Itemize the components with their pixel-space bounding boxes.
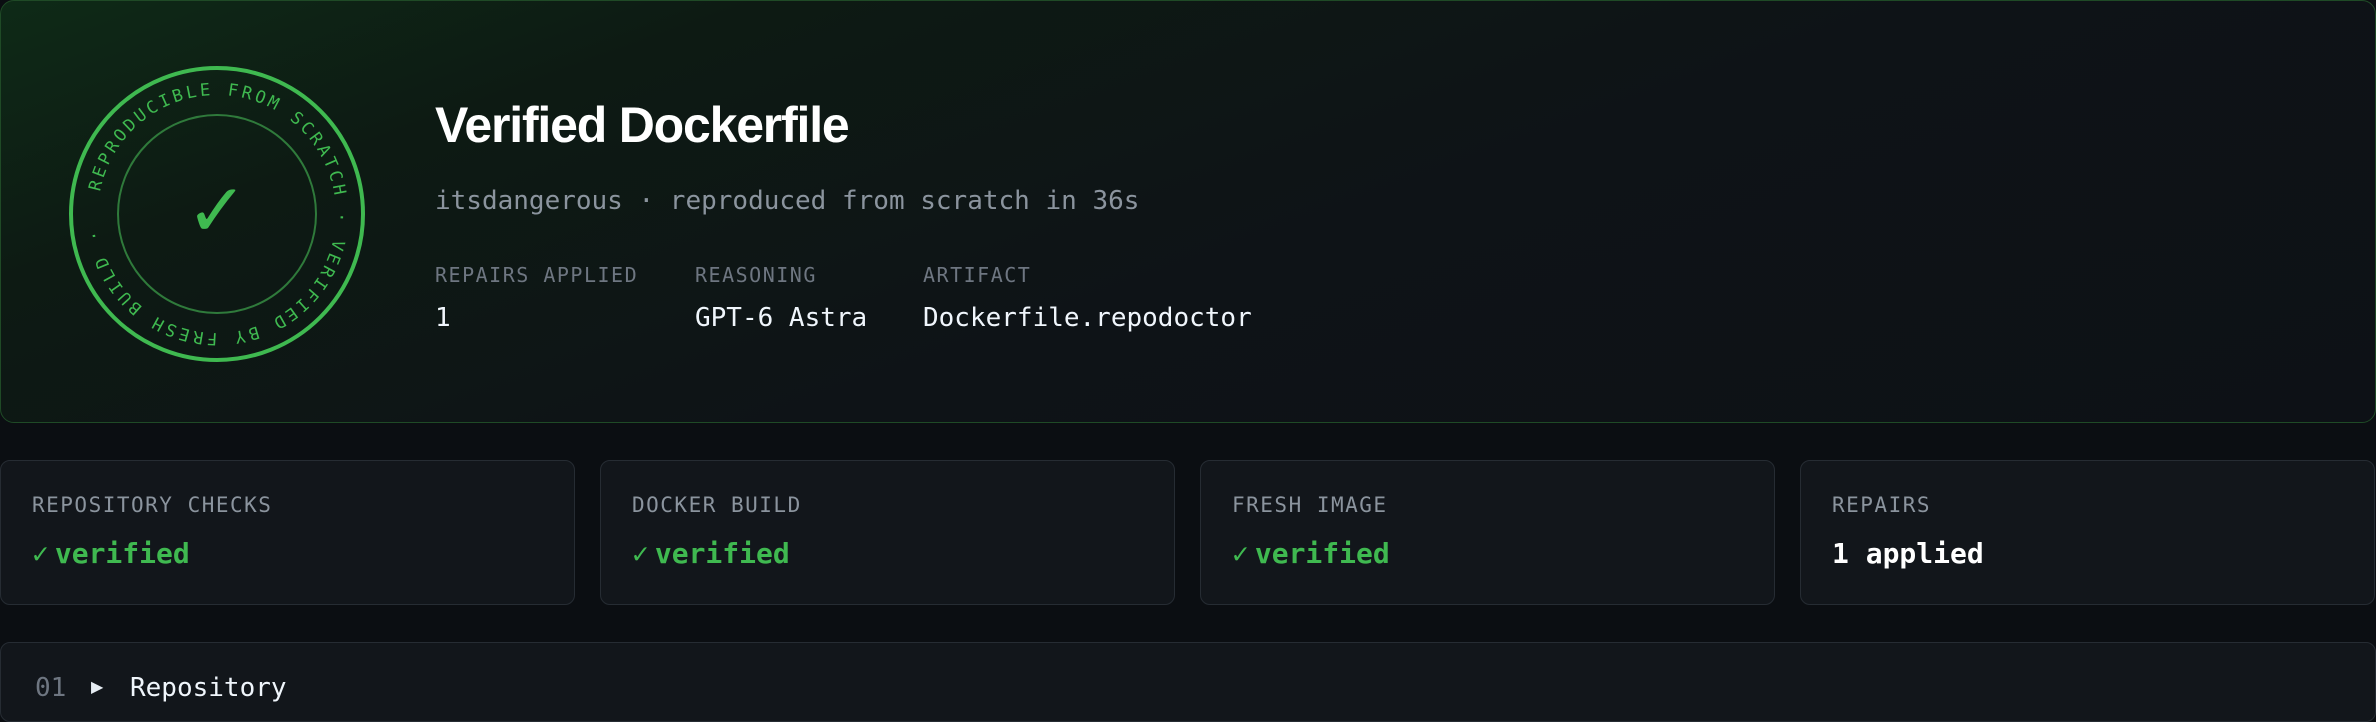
check-icon: ✓ [32, 537, 49, 570]
page-title: Verified Dockerfile [435, 97, 850, 153]
stat-status-text: verified [54, 537, 190, 570]
page-subtitle: itsdangerous · reproduced from scratch i… [435, 186, 1140, 216]
meta-artifact: ARTIFACT Dockerfile.repodoctor [923, 263, 1252, 333]
meta-value: Dockerfile.repodoctor [923, 303, 1252, 333]
verified-hero-card: REPRODUCIBLE FROM SCRATCH · VERIFIED BY … [0, 0, 2376, 423]
check-icon: ✓ [1232, 537, 1249, 570]
stat-label: REPOSITORY CHECKS [32, 493, 273, 517]
checkmark-icon: ✓ [186, 168, 248, 254]
section-title: Repository [130, 673, 287, 703]
stat-value: 1 applied [1832, 537, 1984, 570]
meta-value: GPT-6 Astra [695, 303, 868, 333]
stat-label: REPAIRS [1832, 493, 1932, 517]
meta-label: REASONING [695, 263, 817, 287]
meta-label: REPAIRS APPLIED [435, 263, 639, 287]
section-number: 01 [35, 673, 67, 703]
stat-label: FRESH IMAGE [1232, 493, 1388, 517]
check-icon: ✓ [632, 537, 649, 570]
stat-status-text: verified [1254, 537, 1390, 570]
stat-status-text: verified [654, 537, 790, 570]
meta-value: 1 [435, 303, 451, 333]
meta-reasoning: REASONING GPT-6 Astra [695, 263, 867, 333]
verified-seal-icon: REPRODUCIBLE FROM SCRATCH · VERIFIED BY … [69, 66, 365, 362]
meta-label: ARTIFACT [923, 263, 1032, 287]
stat-value: ✓ verified [632, 537, 790, 570]
stat-card-docker-build: DOCKER BUILD ✓ verified [600, 460, 1175, 605]
stat-card-fresh-image: FRESH IMAGE ✓ verified [1200, 460, 1775, 605]
section-repository-toggle[interactable]: 01 ▶ Repository [0, 642, 2376, 722]
caret-right-icon: ▶ [91, 679, 104, 696]
stat-card-repairs: REPAIRS 1 applied [1800, 460, 2375, 605]
stat-value: ✓ verified [1232, 537, 1390, 570]
stat-value: ✓ verified [32, 537, 190, 570]
meta-repairs-applied: REPAIRS APPLIED 1 [435, 263, 638, 333]
stat-card-repository-checks: REPOSITORY CHECKS ✓ verified [0, 460, 575, 605]
stat-label: DOCKER BUILD [632, 493, 802, 517]
